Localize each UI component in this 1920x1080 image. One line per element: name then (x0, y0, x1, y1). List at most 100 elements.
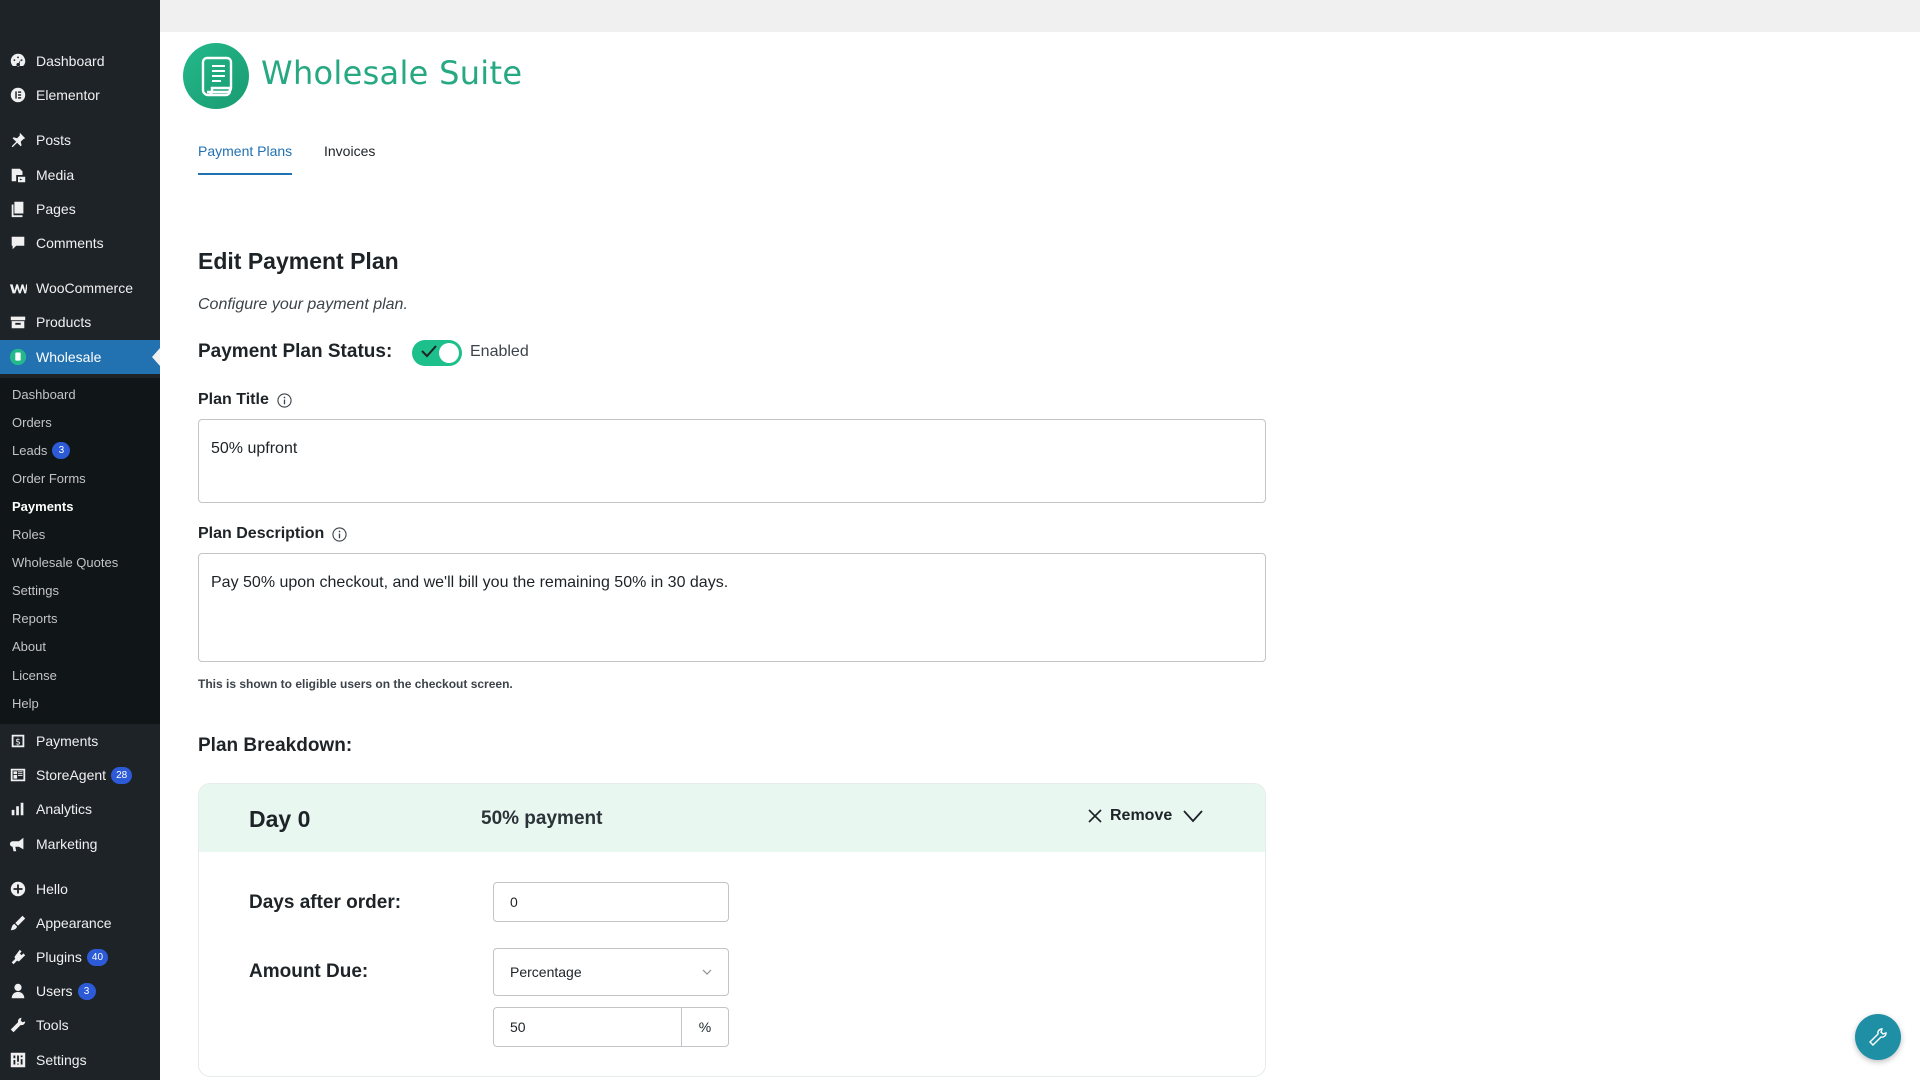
leads-count-badge: 3 (52, 441, 71, 459)
pin-icon (8, 130, 28, 150)
submenu-label: Payments (12, 498, 74, 514)
analytics-icon (8, 799, 28, 819)
sidebar-item-woocommerce[interactable]: WooCommerce (0, 271, 160, 305)
submenu-item-license[interactable]: License (12, 665, 57, 685)
wrench-icon (1869, 1028, 1887, 1046)
day-amount-summary: 50% payment (481, 808, 603, 829)
elementor-icon (8, 85, 28, 105)
page-title: Edit Payment Plan (198, 248, 399, 274)
admin-top-bar (160, 0, 1920, 32)
sidebar-item-label: Media (36, 167, 75, 183)
submenu-item-settings[interactable]: Settings (12, 580, 59, 600)
status-toggle[interactable] (412, 340, 462, 366)
sidebar-item-marketing[interactable]: Marketing (0, 827, 160, 861)
sidebar-item-comments[interactable]: Comments (0, 226, 160, 260)
sidebar-item-label: Plugins (36, 949, 82, 965)
plan-title-label: Plan Title (198, 391, 292, 409)
sidebar-item-media[interactable]: Media (0, 158, 160, 192)
users-count-badge: 3 (77, 982, 96, 1000)
sidebar-item-label: Settings (36, 1052, 87, 1068)
sidebar-item-tools[interactable]: Tools (0, 1008, 160, 1042)
sidebar-item-label: Analytics (36, 801, 93, 817)
help-button[interactable] (1855, 1014, 1901, 1060)
submenu-item-dashboard[interactable]: Dashboard (12, 384, 76, 404)
days-after-order-input[interactable]: 0 (493, 882, 729, 922)
sidebar-item-storeagent[interactable]: StoreAgent 28 (0, 758, 160, 792)
plan-title-input[interactable]: 50% upfront (198, 419, 1266, 503)
payments-icon: $ (8, 731, 28, 751)
submenu-label: License (12, 667, 57, 683)
plan-description-input[interactable]: Pay 50% upon checkout, and we'll bill yo… (198, 553, 1266, 662)
dashboard-icon (8, 51, 28, 71)
submenu-item-reports[interactable]: Reports (12, 608, 58, 628)
sidebar-item-label: Pages (36, 201, 76, 217)
sidebar-item-appearance[interactable]: Appearance (0, 906, 160, 940)
sidebar-item-dashboard[interactable]: Dashboard (0, 44, 160, 78)
sidebar-item-label: StoreAgent (36, 767, 107, 783)
settings-icon (8, 1050, 28, 1070)
description-hint: This is shown to eligible users on the c… (198, 677, 513, 691)
submenu-item-orders[interactable]: Orders (12, 412, 52, 432)
chevron-down-icon (1183, 810, 1203, 823)
sidebar-item-posts[interactable]: Posts (0, 123, 160, 157)
sidebar-item-label: Hello (36, 881, 68, 897)
sidebar-item-label: WooCommerce (36, 280, 133, 296)
toggle-knob (439, 343, 459, 363)
sidebar-item-wholesale[interactable]: Wholesale (0, 340, 160, 374)
storeagent-count-badge: 28 (111, 766, 133, 784)
sidebar-item-label: Wholesale (36, 349, 102, 365)
amount-unit: % (698, 1019, 712, 1035)
remove-button[interactable]: Remove (1088, 807, 1172, 825)
submenu-label: About (12, 638, 46, 654)
days-after-order-label: Days after order: (249, 892, 402, 913)
submenu-label: Wholesale Quotes (12, 554, 119, 570)
sidebar-item-hello[interactable]: Hello (0, 872, 160, 906)
submenu-label: Dashboard (12, 386, 76, 402)
tab-invoices[interactable]: Invoices (324, 143, 375, 175)
amount-due-label: Amount Due: (249, 961, 369, 982)
submenu-item-payments[interactable]: Payments (12, 496, 73, 516)
submenu-label: Order Forms (12, 470, 86, 486)
submenu-item-roles[interactable]: Roles (12, 524, 45, 544)
sidebar-item-analytics[interactable]: Analytics (0, 792, 160, 826)
svg-text:$: $ (15, 738, 21, 748)
hello-icon (8, 879, 28, 899)
submenu-item-leads[interactable]: Leads 3 (12, 440, 71, 460)
breakdown-card-header[interactable]: Day 0 50% payment Remove (199, 784, 1265, 852)
scroll-icon (201, 56, 233, 97)
submenu-item-about[interactable]: About (12, 636, 46, 656)
wholesale-icon (8, 347, 28, 367)
sidebar-item-elementor[interactable]: Elementor (0, 78, 160, 112)
amount-type-select[interactable]: Percentage (493, 948, 729, 996)
media-icon (8, 165, 28, 185)
pages-icon (8, 199, 28, 219)
day-title: Day 0 (249, 806, 311, 832)
sidebar-item-plugins[interactable]: Plugins 40 (0, 940, 160, 974)
info-icon[interactable] (277, 392, 292, 408)
amount-value-input[interactable]: 50 (494, 1008, 682, 1046)
sidebar-item-label: Posts (36, 132, 72, 148)
sidebar-item-label: Users (36, 983, 73, 999)
admin-sidebar: Dashboard Elementor Posts Media Pages Co… (0, 0, 160, 1080)
sidebar-item-label: Appearance (36, 915, 112, 931)
tab-payment-plans[interactable]: Payment Plans (198, 143, 293, 175)
breakdown-card: Day 0 50% payment Remove Days after orde… (198, 783, 1266, 1077)
sidebar-item-products[interactable]: Products (0, 305, 160, 339)
chevron-down-icon (702, 969, 712, 975)
sidebar-item-label: Elementor (36, 87, 100, 103)
sidebar-item-label: Marketing (36, 836, 98, 852)
brand-name: Wholesale Suite (261, 54, 523, 92)
submenu-label: Settings (12, 582, 59, 598)
sidebar-item-pages[interactable]: Pages (0, 192, 160, 226)
sidebar-item-payments[interactable]: $ Payments (0, 724, 160, 758)
collapse-toggle[interactable] (1183, 809, 1203, 828)
marketing-icon (8, 834, 28, 854)
wrench-icon (8, 1015, 28, 1035)
submenu-item-help[interactable]: Help (12, 693, 39, 713)
submenu-item-order-forms[interactable]: Order Forms (12, 468, 86, 488)
submenu-item-wholesale-quotes[interactable]: Wholesale Quotes (12, 552, 118, 572)
sidebar-item-users[interactable]: Users 3 (0, 974, 160, 1008)
plan-description-label-text: Plan Description (198, 525, 325, 542)
sidebar-item-settings[interactable]: Settings (0, 1043, 160, 1077)
info-icon[interactable] (332, 526, 347, 542)
